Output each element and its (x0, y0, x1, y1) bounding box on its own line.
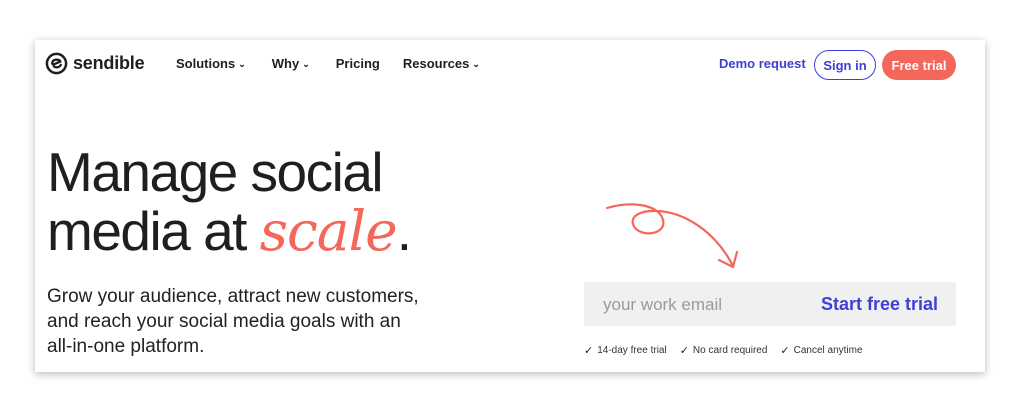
headline-prefix: media at (47, 200, 260, 262)
start-free-trial-button[interactable]: Start free trial (821, 294, 938, 315)
chevron-down-icon: ⌄ (302, 59, 310, 69)
check-icon: ✓ (679, 345, 689, 357)
top-nav: sendible Solutions ⌄ Why ⌄ Pricing Resou… (35, 40, 985, 90)
sign-in-button[interactable]: Sign in (814, 50, 876, 80)
sendible-logo-icon (45, 52, 68, 75)
hero-card: sendible Solutions ⌄ Why ⌄ Pricing Resou… (35, 40, 985, 372)
main-menu: Solutions ⌄ Why ⌄ Pricing Resources ⌄ (176, 56, 480, 71)
nav-item-solutions[interactable]: Solutions ⌄ (176, 56, 246, 71)
curly-arrow-icon (605, 203, 739, 269)
check-icon: ✓ (584, 345, 594, 357)
perk-label: Cancel anytime (793, 345, 863, 356)
headline-line-2: media at scale. (47, 199, 412, 263)
free-trial-button[interactable]: Free trial (882, 50, 956, 80)
nav-item-resources[interactable]: Resources ⌄ (403, 56, 480, 71)
perk-item: ✓ 14-day free trial (584, 344, 667, 357)
headline-line-1: Manage social (47, 141, 384, 203)
perk-item: ✓ Cancel anytime (780, 344, 862, 357)
signup-form: Start free trial (584, 282, 956, 328)
headline-suffix: . (396, 200, 412, 262)
chevron-down-icon: ⌄ (472, 59, 480, 69)
nav-item-label: Pricing (335, 56, 380, 71)
nav-item-pricing[interactable]: Pricing (336, 56, 380, 71)
brand-logo[interactable]: sendible (45, 52, 145, 75)
nav-item-label: Resources (402, 56, 470, 71)
nav-item-label: Why (271, 56, 300, 71)
brand-name: sendible (73, 53, 145, 73)
perk-label: No card required (692, 345, 768, 356)
page-title: Manage social media at scale. (47, 141, 412, 263)
hero-subtext: Grow your audience, attract new customer… (47, 286, 419, 357)
email-field[interactable] (584, 282, 825, 328)
perk-list: ✓ 14-day free trial ✓ No card required ✓… (584, 344, 876, 357)
chevron-down-icon: ⌄ (238, 59, 246, 69)
nav-item-why[interactable]: Why ⌄ (272, 56, 310, 71)
perk-item: ✓ No card required (680, 344, 768, 357)
check-icon: ✓ (780, 345, 790, 357)
nav-item-label: Solutions (176, 56, 236, 71)
perk-label: 14-day free trial (597, 345, 667, 356)
headline-accent: scale (259, 199, 398, 263)
demo-request-link[interactable]: Demo request (719, 56, 806, 71)
